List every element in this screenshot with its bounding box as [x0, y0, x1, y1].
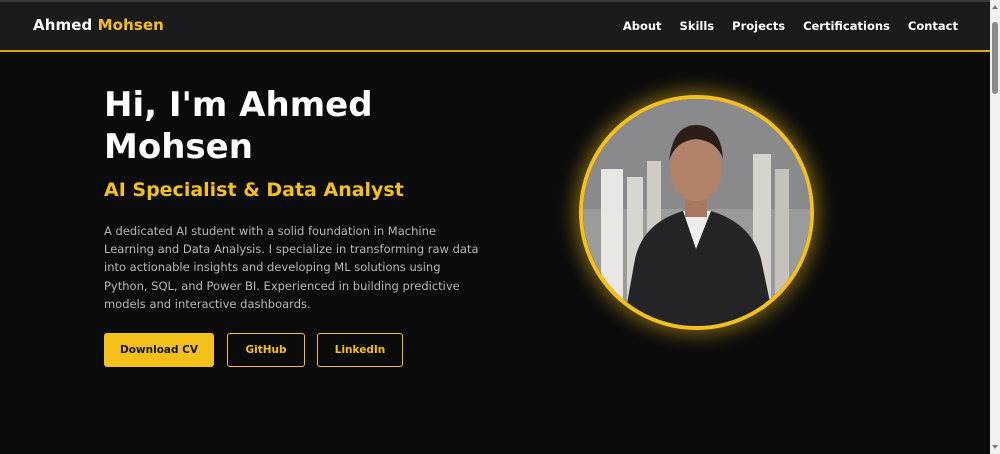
- nav-link-certifications[interactable]: Certifications: [803, 19, 890, 33]
- nav-link-projects[interactable]: Projects: [732, 19, 785, 33]
- portfolio-page: Ahmed Mohsen About Skills Projects Certi…: [0, 0, 1000, 454]
- scroll-up-arrow-icon[interactable]: [990, 2, 1000, 12]
- profile-photo: [579, 95, 814, 330]
- nav-links: About Skills Projects Certifications Con…: [623, 19, 958, 33]
- nav-link-about[interactable]: About: [623, 19, 662, 33]
- scrollbar-thumb[interactable]: [992, 22, 998, 94]
- github-button[interactable]: GitHub: [227, 333, 305, 367]
- download-cv-button[interactable]: Download CV: [104, 333, 214, 367]
- profile-photo-image: [583, 99, 810, 326]
- hero-title: Hi, I'm Ahmed Mohsen: [104, 85, 373, 167]
- brand-last-name: Mohsen: [97, 16, 164, 34]
- navbar: Ahmed Mohsen About Skills Projects Certi…: [0, 2, 990, 52]
- page-scrollbar[interactable]: [990, 0, 1000, 454]
- hero-subtitle: AI Specialist & Data Analyst: [104, 179, 404, 201]
- scroll-down-arrow-icon[interactable]: [990, 442, 1000, 452]
- brand-first-name: Ahmed: [33, 16, 93, 34]
- brand-logo[interactable]: Ahmed Mohsen: [33, 16, 164, 34]
- nav-link-contact[interactable]: Contact: [908, 19, 958, 33]
- linkedin-button[interactable]: LinkedIn: [317, 333, 403, 367]
- nav-link-skills[interactable]: Skills: [680, 19, 715, 33]
- hero-description: A dedicated AI student with a solid foun…: [104, 224, 479, 311]
